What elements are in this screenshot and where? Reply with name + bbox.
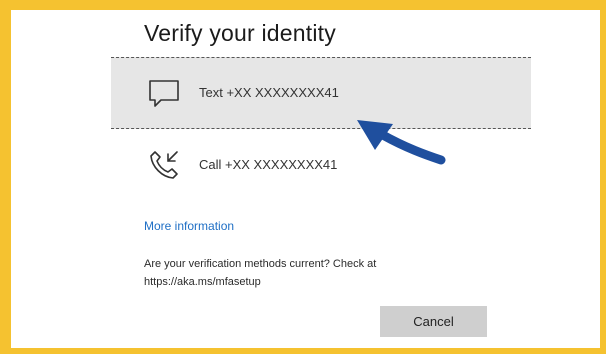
pointer-arrow-icon — [357, 120, 446, 165]
more-information-link[interactable]: More information — [144, 219, 234, 233]
phone-call-icon — [150, 151, 178, 179]
text-option[interactable]: Text +XX XXXXXXXX41 — [111, 57, 531, 129]
dialog-title: Verify your identity — [144, 20, 336, 46]
message-icon — [149, 80, 179, 107]
verification-note: Are your verification methods current? C… — [144, 255, 474, 291]
call-option-label: Call +XX XXXXXXXX41 — [199, 157, 338, 172]
cancel-button[interactable]: Cancel — [380, 306, 487, 337]
note-line-2: https://aka.ms/mfasetup — [144, 276, 261, 288]
verify-identity-dialog: Verify your identity Text +XX XXXXXXXX41… — [11, 10, 600, 348]
note-line-1: Are your verification methods current? C… — [144, 258, 377, 270]
call-option[interactable]: Call +XX XXXXXXXX41 — [111, 130, 531, 202]
text-option-label: Text +XX XXXXXXXX41 — [199, 85, 339, 100]
